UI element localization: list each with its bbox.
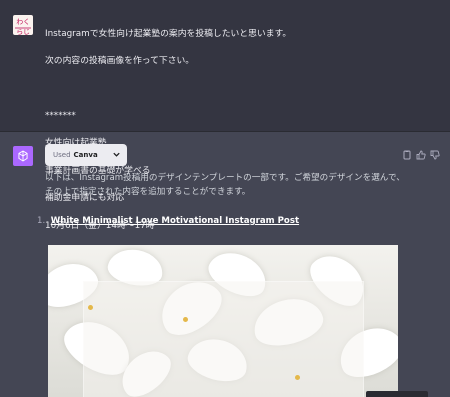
- plugin-name: Canva: [73, 151, 98, 159]
- assistant-message-text: 以下は、Instagram投稿用のデザインテンプレートの一部です。ご希望のデザイ…: [45, 173, 405, 197]
- template-inner-frame: [83, 281, 364, 397]
- thumbs-down-icon[interactable]: [430, 145, 440, 160]
- openai-logo-icon: [13, 146, 33, 166]
- thumbs-up-icon[interactable]: [416, 145, 426, 160]
- avatar-logo-underline: [15, 27, 31, 29]
- list-item: 1. White Minimalist Love Motivational In…: [37, 215, 299, 228]
- template-link[interactable]: White Minimalist Love Motivational Insta…: [51, 216, 299, 226]
- plugin-used-label: Used: [53, 151, 71, 159]
- flower-stamen: [183, 317, 188, 322]
- image-caption-bar: [366, 391, 428, 397]
- user-line: *******: [45, 110, 76, 121]
- user-message: わくらじ Instagramで女性向け起業塾の案内を投稿したいと思います。 次の…: [0, 0, 450, 231]
- message-actions: [402, 145, 440, 160]
- copy-icon[interactable]: [402, 145, 412, 160]
- avatar-logo: わくらじ: [16, 18, 30, 35]
- flower-stamen: [88, 305, 93, 310]
- flower-stamen: [295, 375, 300, 380]
- user-avatar: わくらじ: [13, 15, 33, 35]
- plugin-used-dropdown[interactable]: Used Canva: [45, 144, 127, 166]
- user-message-text: Instagramで女性向け起業塾の案内を投稿したいと思います。 次の内容の投稿…: [45, 14, 440, 247]
- user-line: [45, 83, 440, 97]
- user-line: Instagramで女性向け起業塾の案内を投稿したいと思います。: [45, 28, 292, 39]
- chevron-down-icon: [112, 150, 121, 161]
- user-line: 次の内容の投稿画像を作って下さい。: [45, 56, 195, 67]
- list-number: 1.: [37, 216, 46, 226]
- template-preview-image[interactable]: [48, 245, 398, 397]
